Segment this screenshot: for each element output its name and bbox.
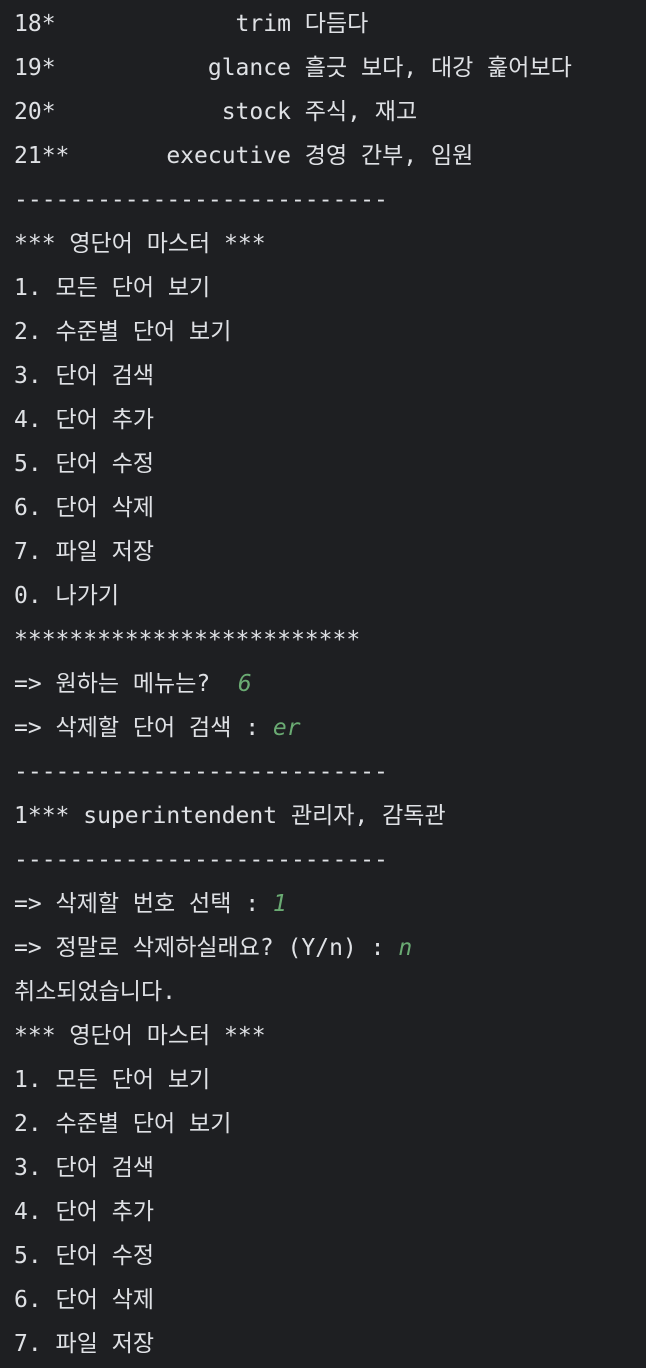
console-line: 18* trim 다듬다 — [14, 2, 368, 46]
line-text: 21** executive 경영 간부, 임원 — [14, 143, 474, 169]
line-text: 1*** superintendent 관리자, 감독관 — [14, 803, 446, 829]
menu-item: 3. 단어 검색 — [14, 1146, 154, 1190]
line-text: 7. 파일 저장 — [14, 1331, 155, 1357]
user-input: 1 — [272, 891, 287, 917]
menu-item: 5. 단어 수정 — [14, 442, 154, 486]
search-result-line: 1*** superintendent 관리자, 감독관 — [14, 794, 446, 838]
line-text: --------------------------- — [14, 187, 388, 213]
prompt-text: => 삭제할 단어 검색 : — [14, 715, 273, 741]
line-text: 4. 단어 추가 — [14, 407, 155, 433]
line-text: *** 영단어 마스터 *** — [14, 231, 266, 257]
prompt-text: => 원하는 메뉴는? — [14, 671, 238, 697]
prompt-line: => 원하는 메뉴는? 6 — [14, 662, 252, 706]
menu-item: 6. 단어 삭제 — [14, 1278, 154, 1322]
separator-line: ************************* — [14, 618, 360, 662]
menu-item: 2. 수준별 단어 보기 — [14, 310, 231, 354]
line-text: 6. 단어 삭제 — [14, 495, 155, 521]
line-text: 0. 나가기 — [14, 583, 120, 609]
line-text: 4. 단어 추가 — [14, 1199, 155, 1225]
line-text: 3. 단어 검색 — [14, 1155, 155, 1181]
status-message: 취소되었습니다. — [14, 970, 176, 1014]
user-input: er — [272, 715, 301, 741]
prompt-line: => 삭제할 단어 검색 : er — [14, 706, 301, 750]
menu-item: 7. 파일 저장 — [14, 1322, 154, 1366]
user-input: n — [398, 935, 413, 961]
line-text: 5. 단어 수정 — [14, 451, 155, 477]
line-text: ************************* — [14, 627, 361, 653]
console-line: 20* stock 주식, 재고 — [14, 90, 417, 134]
line-text: 2. 수준별 단어 보기 — [14, 1111, 232, 1137]
prompt-text: => 정말로 삭제하실래요? (Y/n) : — [14, 935, 399, 961]
menu-item: 4. 단어 추가 — [14, 398, 154, 442]
line-text: 20* stock 주식, 재고 — [14, 99, 418, 125]
prompt-text: => 삭제할 번호 선택 : — [14, 891, 273, 917]
menu-title: *** 영단어 마스터 *** — [14, 222, 266, 266]
separator-line: --------------------------- — [14, 178, 388, 222]
menu-item: 1. 모든 단어 보기 — [14, 266, 210, 310]
menu-item: 2. 수준별 단어 보기 — [14, 1102, 231, 1146]
menu-title: *** 영단어 마스터 *** — [14, 1014, 266, 1058]
line-text: 1. 모든 단어 보기 — [14, 1067, 211, 1093]
menu-item: 4. 단어 추가 — [14, 1190, 154, 1234]
menu-item: 5. 단어 수정 — [14, 1234, 154, 1278]
line-text: 2. 수준별 단어 보기 — [14, 319, 232, 345]
separator-line: --------------------------- — [14, 838, 388, 882]
console-line: 19* glance 흘긋 보다, 대강 훑어보다 — [14, 46, 572, 90]
menu-item: 6. 단어 삭제 — [14, 486, 154, 530]
menu-item: 0. 나가기 — [14, 574, 119, 618]
line-text: --------------------------- — [14, 759, 388, 785]
console-output[interactable]: 18* trim 다듬다 19* glance 흘긋 보다, 대강 훑어보다 2… — [0, 0, 646, 1368]
prompt-line: => 삭제할 번호 선택 : 1 — [14, 882, 287, 926]
line-text: 19* glance 흘긋 보다, 대강 훑어보다 — [14, 55, 572, 81]
line-text: *** 영단어 마스터 *** — [14, 1023, 266, 1049]
menu-item: 1. 모든 단어 보기 — [14, 1058, 210, 1102]
menu-item: 7. 파일 저장 — [14, 530, 154, 574]
line-text: 5. 단어 수정 — [14, 1243, 155, 1269]
menu-item: 3. 단어 검색 — [14, 354, 154, 398]
line-text: 18* trim 다듬다 — [14, 11, 369, 37]
line-text: --------------------------- — [14, 847, 388, 873]
line-text: 7. 파일 저장 — [14, 539, 155, 565]
console-line: 21** executive 경영 간부, 임원 — [14, 134, 473, 178]
line-text: 3. 단어 검색 — [14, 363, 155, 389]
separator-line: --------------------------- — [14, 750, 388, 794]
line-text: 1. 모든 단어 보기 — [14, 275, 211, 301]
line-text: 취소되었습니다. — [14, 979, 176, 1005]
line-text: 6. 단어 삭제 — [14, 1287, 155, 1313]
prompt-line: => 정말로 삭제하실래요? (Y/n) : n — [14, 926, 412, 970]
user-input: 6 — [237, 671, 252, 697]
